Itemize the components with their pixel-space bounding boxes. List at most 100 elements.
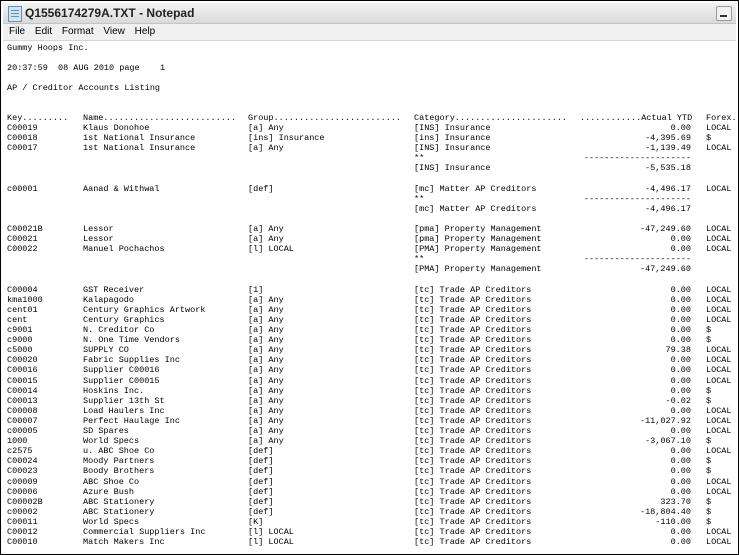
row-category: [tc] Trade AP Creditors bbox=[414, 456, 532, 467]
menu-view[interactable]: View bbox=[103, 24, 125, 40]
row-actual-ytd: -3,067.10 bbox=[645, 436, 691, 447]
row-name: Fabric Supplies Inc bbox=[83, 355, 180, 366]
row-category: [INS] Insurance bbox=[414, 143, 491, 154]
row-group: [a] Any bbox=[248, 426, 284, 436]
row-actual-ytd: 0.00 bbox=[670, 466, 691, 477]
row-key: C00012 bbox=[7, 527, 38, 537]
row-group: [l] LOCAL bbox=[248, 244, 294, 255]
notepad-icon[interactable] bbox=[8, 6, 22, 22]
row-forex: $ bbox=[706, 506, 712, 517]
row-key: c00005 bbox=[7, 426, 38, 436]
row-name: Aanad & Withwal bbox=[83, 183, 160, 194]
row-key: C00019 bbox=[7, 123, 38, 133]
text-editor-area[interactable]: Gummy Hoops Inc. 20:37:59 08 AUG 2010 pa… bbox=[3, 41, 736, 552]
row-actual-ytd: 0.00 bbox=[670, 284, 691, 295]
row-category: [tc] Trade AP Creditors bbox=[414, 304, 532, 315]
row-actual-ytd: 323.70 bbox=[660, 496, 691, 507]
row-category: [PMA] Property Management bbox=[414, 244, 542, 255]
row-group: [def] bbox=[248, 486, 274, 497]
row-category: [tc] Trade AP Creditors bbox=[414, 355, 532, 366]
row-key: C00008 bbox=[7, 405, 38, 416]
row-name: Moody Partners bbox=[83, 456, 155, 467]
row-name: ABC Stationery bbox=[83, 496, 155, 507]
column-header-category: Category...................... bbox=[414, 113, 568, 123]
row-actual-ytd: 0.00 bbox=[670, 294, 691, 305]
row-category: [pma] Property Management bbox=[414, 234, 542, 245]
row-name: 1st National Insurance bbox=[83, 143, 196, 154]
row-key: C00007 bbox=[7, 415, 38, 426]
row-group: [def] bbox=[248, 183, 274, 194]
notepad-window: Q1556174279A.TXT - Notepad File Edit For… bbox=[0, 0, 739, 555]
row-actual-ytd: --------------------- bbox=[583, 254, 691, 265]
row-forex: LOCAL bbox=[706, 284, 732, 295]
menu-help[interactable]: Help bbox=[135, 24, 156, 40]
row-group: [a] Any bbox=[248, 385, 284, 396]
row-forex: LOCAL bbox=[706, 143, 732, 154]
row-key: C00006 bbox=[7, 486, 38, 497]
row-name: World Specs bbox=[83, 516, 140, 527]
row-group: [a] Any bbox=[248, 395, 284, 406]
row-category: [tc] Trade AP Creditors bbox=[414, 395, 532, 406]
row-name: Boody Brothers bbox=[83, 466, 155, 477]
row-forex: $ bbox=[706, 496, 712, 507]
row-actual-ytd: -5,535.18 bbox=[645, 163, 691, 174]
row-actual-ytd: 0.00 bbox=[670, 527, 691, 537]
minimize-icon[interactable] bbox=[716, 6, 732, 21]
row-actual-ytd: -11,027.92 bbox=[639, 415, 691, 426]
row-name: GST Receiver bbox=[83, 284, 145, 295]
row-forex: $ bbox=[706, 133, 712, 144]
row-key: C00016 bbox=[7, 365, 38, 376]
row-forex: $ bbox=[706, 466, 712, 477]
row-key: kma1000 bbox=[7, 294, 43, 305]
row-forex: LOCAL bbox=[706, 426, 732, 436]
title-bar[interactable]: Q1556174279A.TXT - Notepad bbox=[3, 3, 736, 24]
row-name: Perfect Haulage Inc bbox=[83, 415, 180, 426]
row-group: [a] Any bbox=[248, 224, 284, 234]
row-key: cent bbox=[7, 314, 28, 325]
row-group: [def] bbox=[248, 446, 274, 457]
row-forex: LOCAL bbox=[706, 123, 732, 133]
row-forex: LOCAL bbox=[706, 537, 732, 548]
row-key: 1000 bbox=[7, 436, 28, 447]
row-actual-ytd: 0.00 bbox=[670, 234, 691, 245]
row-forex: $ bbox=[706, 335, 712, 346]
row-actual-ytd: -47,249.60 bbox=[639, 224, 691, 234]
row-category: [tc] Trade AP Creditors bbox=[414, 365, 532, 376]
report-title: AP / Creditor Accounts Listing bbox=[7, 83, 161, 93]
column-header-name: Name.......................... bbox=[83, 113, 237, 123]
row-group: [def] bbox=[248, 506, 274, 517]
menu-edit[interactable]: Edit bbox=[35, 24, 52, 40]
row-group: [a] Any bbox=[248, 294, 284, 305]
menu-file[interactable]: File bbox=[9, 24, 25, 40]
row-actual-ytd: 0.00 bbox=[670, 486, 691, 497]
row-actual-ytd: 0.00 bbox=[670, 476, 691, 487]
row-forex: LOCAL bbox=[706, 375, 732, 386]
row-name: Klaus Donohoe bbox=[83, 123, 150, 133]
row-name: Supplier C00015 bbox=[83, 375, 160, 386]
row-group: [ins] Insurance bbox=[248, 133, 325, 144]
row-category: [tc] Trade AP Creditors bbox=[414, 486, 532, 497]
row-category: [PMA] Property Management bbox=[414, 264, 542, 275]
column-header-forex: Forex. bbox=[706, 113, 736, 123]
row-group: [l] LOCAL bbox=[248, 537, 294, 548]
row-category: [tc] Trade AP Creditors bbox=[414, 325, 532, 335]
row-category: [tc] Trade AP Creditors bbox=[414, 537, 532, 548]
row-actual-ytd: -4,395.69 bbox=[645, 133, 691, 144]
row-forex: LOCAL bbox=[706, 365, 732, 376]
row-key: C00017 bbox=[7, 143, 38, 154]
row-name: u. ABC Shoe Co bbox=[83, 446, 155, 457]
row-actual-ytd: 0.00 bbox=[670, 537, 691, 548]
row-key: C00022 bbox=[7, 244, 38, 255]
row-category: [INS] Insurance bbox=[414, 163, 491, 174]
row-category: [tc] Trade AP Creditors bbox=[414, 466, 532, 477]
row-actual-ytd: 79.38 bbox=[665, 345, 691, 356]
row-forex: LOCAL bbox=[706, 304, 732, 315]
menu-format[interactable]: Format bbox=[62, 24, 94, 40]
row-name: Lessor bbox=[83, 224, 114, 234]
row-key: c2575 bbox=[7, 446, 33, 457]
row-actual-ytd: 0.00 bbox=[670, 355, 691, 366]
row-group: [a] Any bbox=[248, 415, 284, 426]
row-forex: LOCAL bbox=[706, 314, 732, 325]
row-forex: $ bbox=[706, 456, 712, 467]
row-group: [def] bbox=[248, 456, 274, 467]
